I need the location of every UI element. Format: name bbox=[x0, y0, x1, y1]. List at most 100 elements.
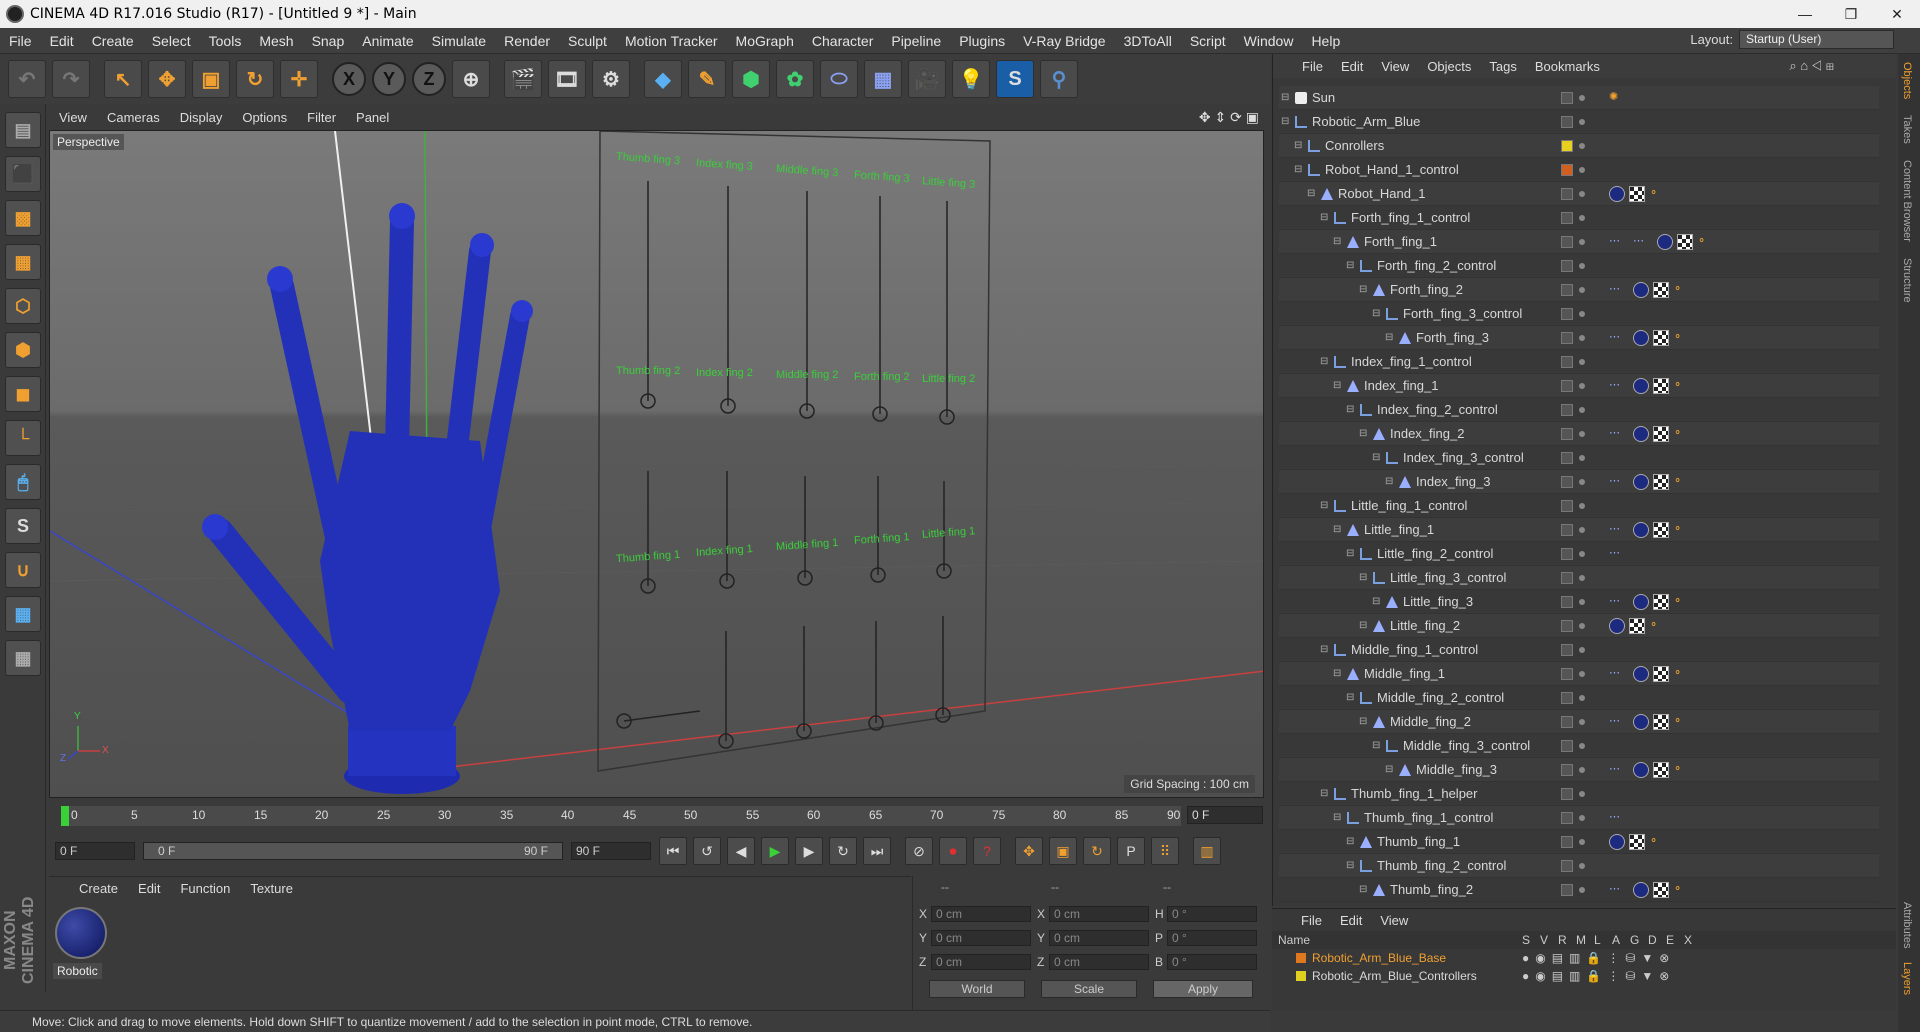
expand-toggle-icon[interactable]: ⊟ bbox=[1320, 644, 1330, 655]
visibility-dots-icon[interactable] bbox=[1579, 406, 1585, 413]
undo-icon[interactable]: ↶ bbox=[8, 60, 46, 98]
material-tag-icon[interactable] bbox=[1633, 521, 1649, 538]
side-tab-layers[interactable]: Layers bbox=[1898, 954, 1916, 1003]
object-row[interactable]: ⊟ Index_fing_1 ⋯ ⚬ bbox=[1279, 374, 1879, 398]
camera-icon[interactable]: 🎥 bbox=[908, 60, 946, 98]
edges-mode-icon[interactable]: ⬢ bbox=[5, 332, 41, 368]
visibility-dots-icon[interactable] bbox=[1579, 694, 1585, 701]
snap-icon[interactable]: S bbox=[5, 508, 41, 544]
expand-toggle-icon[interactable]: ⊟ bbox=[1346, 548, 1356, 559]
visibility-dots-icon[interactable] bbox=[1579, 598, 1585, 605]
texture-tag-icon[interactable] bbox=[1629, 833, 1645, 850]
coord-pos-x-field[interactable]: 0 cm bbox=[931, 906, 1031, 922]
object-name[interactable]: Little_fing_1 bbox=[1364, 522, 1434, 537]
visibility-dots-icon[interactable] bbox=[1579, 214, 1585, 221]
coord-pos-y-field[interactable]: 0 cm bbox=[931, 930, 1031, 946]
visibility-dots-icon[interactable] bbox=[1579, 838, 1585, 845]
expand-toggle-icon[interactable]: ⊟ bbox=[1359, 884, 1369, 895]
layout-dropdown[interactable]: Startup (User) bbox=[1739, 30, 1894, 49]
layer-color-flag[interactable] bbox=[1561, 523, 1573, 536]
texture-tag-icon[interactable] bbox=[1653, 593, 1669, 610]
ik-tag-icon[interactable]: ⚬ bbox=[1673, 594, 1687, 610]
object-name[interactable]: Index_fing_3 bbox=[1416, 474, 1490, 489]
ik-dots-tag-icon[interactable]: ⋯ bbox=[1609, 426, 1629, 442]
ik-dots-tag-icon[interactable]: ⋯ bbox=[1609, 522, 1629, 538]
polygons-mode-icon[interactable]: ◼ bbox=[5, 376, 41, 412]
expand-toggle-icon[interactable]: ⊟ bbox=[1294, 164, 1304, 175]
menu-window[interactable]: Window bbox=[1235, 33, 1303, 49]
object-name[interactable]: Forth_fing_3_control bbox=[1403, 306, 1522, 321]
previous-frame-icon[interactable]: ◀ bbox=[727, 837, 755, 865]
visibility-dots-icon[interactable] bbox=[1579, 814, 1585, 821]
texture-tag-icon[interactable] bbox=[1653, 281, 1669, 298]
menu-pipeline[interactable]: Pipeline bbox=[882, 33, 950, 49]
layer-color-flag[interactable] bbox=[1561, 427, 1573, 440]
expand-toggle-icon[interactable]: ⊟ bbox=[1333, 812, 1343, 823]
expand-toggle-icon[interactable]: ⊟ bbox=[1320, 500, 1330, 511]
expand-toggle-icon[interactable]: ⊟ bbox=[1333, 524, 1343, 535]
end-frame-field[interactable]: 90 F bbox=[571, 842, 651, 860]
menu-simulate[interactable]: Simulate bbox=[423, 33, 495, 49]
cube-icon[interactable]: ◆ bbox=[644, 60, 682, 98]
timeline-playhead[interactable] bbox=[61, 806, 69, 826]
layer-color-flag[interactable] bbox=[1561, 403, 1573, 416]
object-row[interactable]: ⊟ Thumb_fing_1 ⚬ bbox=[1279, 830, 1879, 854]
ik-dots-tag-icon[interactable]: ⋯ bbox=[1609, 810, 1629, 826]
layer-color-swatch[interactable] bbox=[1296, 953, 1306, 963]
expand-toggle-icon[interactable]: ⊟ bbox=[1333, 236, 1343, 247]
go-to-start-icon[interactable]: ⏮ bbox=[659, 837, 687, 865]
layer-color-flag[interactable] bbox=[1561, 307, 1573, 320]
layer-color-flag[interactable] bbox=[1561, 115, 1573, 128]
texture-tag-icon[interactable] bbox=[1653, 665, 1669, 682]
ik-dots-tag-icon[interactable]: ⋯ bbox=[1609, 378, 1629, 394]
object-name[interactable]: Little_fing_3_control bbox=[1390, 570, 1506, 585]
object-row[interactable]: ⊟ Thumb_fing_1_control ⋯ bbox=[1279, 806, 1879, 830]
move-tool-icon[interactable]: ✥ bbox=[148, 60, 186, 98]
ik-dots-tag-icon[interactable]: ⋯ bbox=[1609, 714, 1629, 730]
object-row[interactable]: ⊟ Thumb_fing_1_helper bbox=[1279, 782, 1879, 806]
visibility-dots-icon[interactable] bbox=[1579, 262, 1585, 269]
viewport-menu-view[interactable]: View bbox=[49, 110, 97, 125]
object-row[interactable]: ⊟ Index_fing_3_control bbox=[1279, 446, 1879, 470]
layer-color-flag[interactable] bbox=[1561, 499, 1573, 512]
ik-tag-icon[interactable]: ⚬ bbox=[1673, 378, 1687, 394]
expand-toggle-icon[interactable]: ⊟ bbox=[1372, 308, 1382, 319]
object-name[interactable]: Middle_fing_3_control bbox=[1403, 738, 1530, 753]
expand-toggle-icon[interactable]: ⊟ bbox=[1372, 452, 1382, 463]
layer-color-flag[interactable] bbox=[1561, 283, 1573, 296]
object-row[interactable]: ⊟ Forth_fing_3_control bbox=[1279, 302, 1879, 326]
object-row[interactable]: ⊟ Forth_fing_1 ⋯ ⋯ ⚬ bbox=[1279, 230, 1879, 254]
expand-toggle-icon[interactable]: ⊟ bbox=[1359, 284, 1369, 295]
layer-color-flag[interactable] bbox=[1561, 331, 1573, 344]
layer-color-flag[interactable] bbox=[1561, 451, 1573, 464]
side-tab-takes[interactable]: Takes bbox=[1898, 107, 1916, 152]
ik-tag-icon[interactable]: ⚬ bbox=[1673, 666, 1687, 682]
object-name[interactable]: Middle_fing_1_control bbox=[1351, 642, 1478, 657]
texture-tag-icon[interactable] bbox=[1653, 761, 1669, 778]
y-axis-lock-icon[interactable]: Y bbox=[372, 62, 406, 96]
object-row[interactable]: ⊟ Little_fing_3 ⋯ ⚬ bbox=[1279, 590, 1879, 614]
object-row[interactable]: ⊟ Thumb_fing_2 ⋯ ⚬ bbox=[1279, 878, 1879, 902]
visibility-dots-icon[interactable] bbox=[1579, 790, 1585, 797]
ik-dots-tag-icon[interactable]: ⋯ bbox=[1609, 330, 1629, 346]
visibility-dots-icon[interactable] bbox=[1579, 334, 1585, 341]
key-point-level-icon[interactable]: ⠿ bbox=[1151, 837, 1179, 865]
material-tag-icon[interactable] bbox=[1633, 425, 1649, 442]
object-name[interactable]: Forth_fing_1_control bbox=[1351, 210, 1470, 225]
viewport-menu-filter[interactable]: Filter bbox=[297, 110, 346, 125]
play-icon[interactable]: ▶ bbox=[761, 837, 789, 865]
texture-tag-icon[interactable] bbox=[1653, 713, 1669, 730]
expand-toggle-icon[interactable]: ⊟ bbox=[1346, 836, 1356, 847]
key-rotation-icon[interactable]: ↻ bbox=[1083, 837, 1111, 865]
object-row[interactable]: ⊟ Sun ✺ bbox=[1279, 86, 1879, 110]
object-name[interactable]: Sun bbox=[1312, 90, 1335, 105]
visibility-dots-icon[interactable] bbox=[1579, 742, 1585, 749]
ik-tag-icon[interactable]: ⚬ bbox=[1673, 714, 1687, 730]
viewport-menu-options[interactable]: Options bbox=[232, 110, 297, 125]
material-tag-icon[interactable] bbox=[1609, 833, 1625, 850]
object-row[interactable]: ⊟ Little_fing_2 ⚬ bbox=[1279, 614, 1879, 638]
layer-color-flag[interactable] bbox=[1561, 739, 1573, 752]
objects-menu-edit[interactable]: Edit bbox=[1332, 59, 1372, 74]
material-preview-robotic[interactable] bbox=[55, 907, 107, 959]
coord-rot-p-field[interactable]: 0 ° bbox=[1167, 930, 1257, 946]
